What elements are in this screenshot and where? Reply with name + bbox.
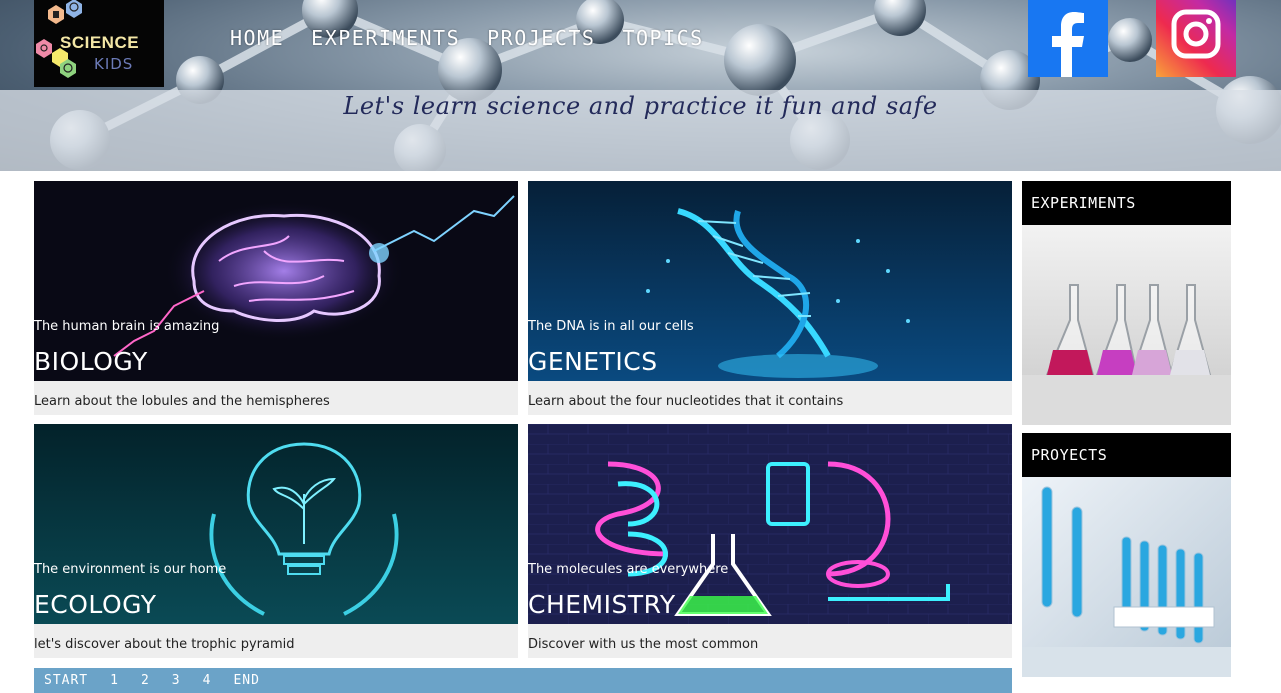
card-title[interactable]: ECOLOGY — [34, 590, 157, 619]
sidebar-experiments[interactable]: EXPERIMENTS — [1022, 181, 1231, 425]
nav-topics[interactable]: TOPICS — [622, 26, 703, 50]
page-start[interactable]: START — [44, 673, 88, 688]
topic-card-biology[interactable]: The human brain is amazing BIOLOGY Learn… — [34, 181, 518, 415]
sidebar-header: EXPERIMENTS — [1022, 181, 1231, 225]
card-description: Learn about the four nucleotides that it… — [528, 394, 844, 409]
page-4[interactable]: 4 — [203, 673, 212, 688]
page-end[interactable]: END — [233, 673, 259, 688]
sidebar-image — [1022, 477, 1231, 677]
nav-home[interactable]: HOME — [230, 26, 284, 50]
card-caption: The human brain is amazing — [34, 319, 220, 334]
sidebar-image — [1022, 225, 1231, 425]
sidebar-header: PROYECTS — [1022, 433, 1231, 477]
card-caption: The DNA is in all our cells — [528, 319, 694, 334]
page-1[interactable]: 1 — [110, 673, 119, 688]
card-description: let's discover about the trophic pyramid — [34, 637, 295, 652]
topic-card-ecology[interactable]: The environment is our home ECOLOGY let'… — [34, 424, 518, 658]
card-description: Discover with us the most common — [528, 637, 759, 652]
tagline: Let's learn science and practice it fun … — [343, 92, 938, 120]
facebook-link[interactable] — [1028, 0, 1108, 77]
nav-projects[interactable]: PROJECTS — [487, 26, 595, 50]
card-title[interactable]: CHEMISTRY — [528, 590, 676, 619]
page-2[interactable]: 2 — [141, 673, 150, 688]
sidebar-projects[interactable]: PROYECTS — [1022, 433, 1231, 677]
sidebar-title[interactable]: PROYECTS — [1031, 446, 1107, 464]
card-caption: The molecules are everywhere — [528, 562, 729, 577]
header: SCIENCE KIDS HOME EXPERIMENTS PROJECTS T… — [0, 0, 1281, 171]
card-title[interactable]: GENETICS — [528, 347, 658, 376]
main-nav: HOME EXPERIMENTS PROJECTS TOPICS — [230, 26, 704, 50]
topic-card-genetics[interactable]: The DNA is in all our cells GENETICS Lea… — [528, 181, 1012, 415]
page-3[interactable]: 3 — [172, 673, 181, 688]
logo-word-kids: KIDS — [94, 55, 134, 73]
card-caption: The environment is our home — [34, 562, 227, 577]
pagination: START 1 2 3 4 END — [34, 668, 1012, 693]
instagram-icon — [1156, 0, 1236, 77]
card-description: Learn about the lobules and the hemisphe… — [34, 394, 330, 409]
flasks-icon — [1022, 225, 1231, 425]
sidebar-title[interactable]: EXPERIMENTS — [1031, 194, 1136, 212]
logo-word-science: SCIENCE — [60, 33, 140, 52]
test-tubes-icon — [1022, 477, 1231, 677]
topic-card-chemistry[interactable]: The molecules are everywhere CHEMISTRY D… — [528, 424, 1012, 658]
card-title[interactable]: BIOLOGY — [34, 347, 148, 376]
facebook-icon — [1052, 12, 1084, 77]
nav-experiments[interactable]: EXPERIMENTS — [311, 26, 460, 50]
instagram-link[interactable] — [1156, 0, 1236, 77]
